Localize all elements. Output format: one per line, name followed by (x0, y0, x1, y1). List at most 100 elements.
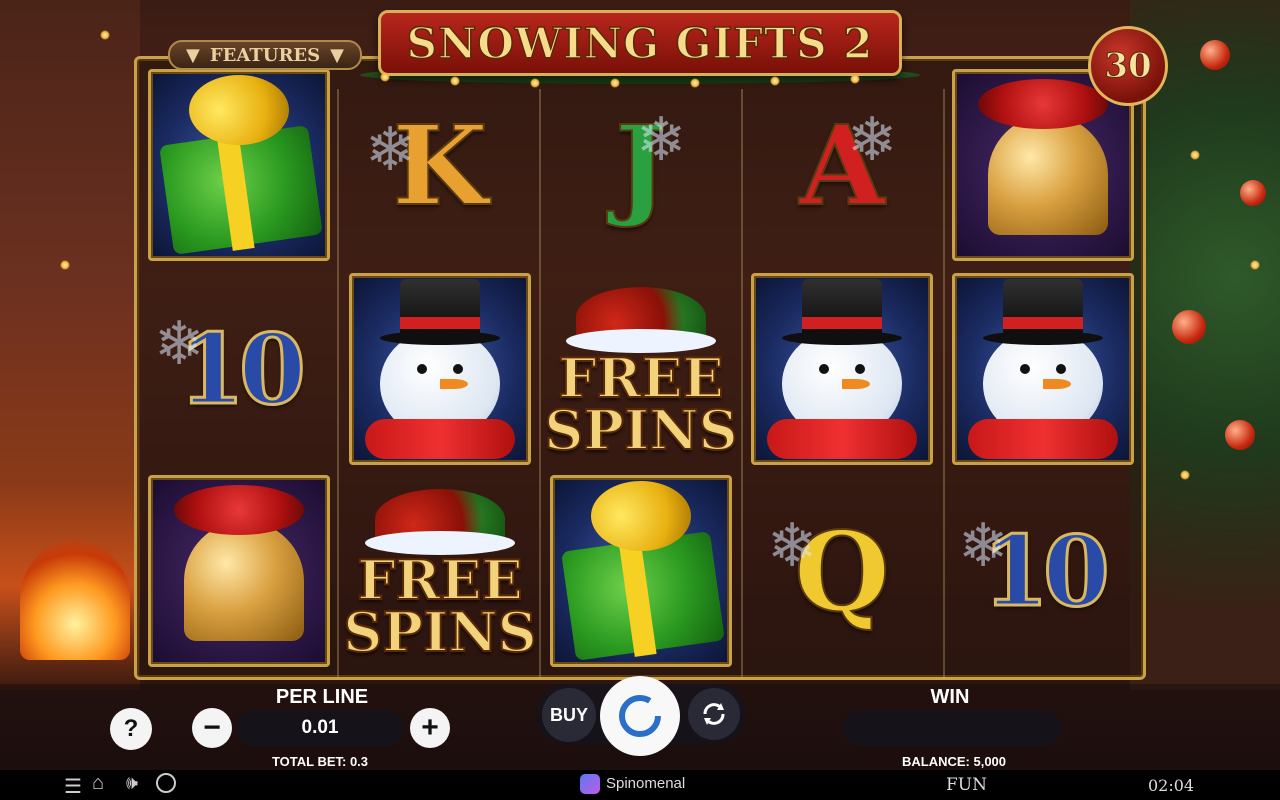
snowflake-icon: ❄ (847, 106, 898, 173)
spin-icon (619, 695, 661, 737)
gift-bow (189, 75, 289, 145)
tree-ornament (1172, 310, 1206, 344)
garland-light (60, 260, 70, 270)
tree-ornament (1225, 420, 1255, 450)
free-spins-word-spins: SPINS (543, 398, 738, 462)
snowflake-icon: ❄ (154, 310, 205, 377)
snowman-scarf (968, 419, 1118, 459)
snowman-nose (440, 379, 468, 389)
spin-button[interactable] (600, 676, 680, 756)
snowman-hat-brim (782, 331, 902, 345)
reel-4: ❄ A ❄ Q (744, 59, 945, 677)
snowman-scarf (767, 419, 917, 459)
snowman-nose (1043, 379, 1071, 389)
turbo-icon[interactable] (156, 773, 176, 793)
snowman-eye (453, 364, 463, 374)
reel-1: ❄ 10 (141, 59, 342, 677)
garland-light (530, 78, 540, 88)
symbol-a: ❄ A (747, 65, 937, 265)
snowman-eye (819, 364, 829, 374)
free-spins-snow (365, 531, 515, 555)
symbol-ten: ❄ 10 (948, 471, 1138, 671)
menu-icon[interactable]: ☰ (64, 774, 82, 799)
snowflake-icon: ❄ (958, 512, 1009, 579)
bell-bow (978, 79, 1108, 129)
total-bet-label: TOTAL BET: 0.3 (271, 754, 369, 769)
home-icon[interactable]: ⌂ (92, 772, 104, 795)
symbol-snowman (345, 269, 535, 469)
autoplay-icon (703, 703, 725, 725)
autoplay-button[interactable] (688, 688, 740, 740)
free-spins-word-free: FREE (356, 548, 524, 612)
snowflake-icon: ❄ (767, 512, 818, 579)
snowman-hat-brim (983, 331, 1103, 345)
sound-icon[interactable]: 🕪 (126, 773, 138, 795)
symbol-j: ❄ J (546, 65, 736, 265)
garland-light (100, 30, 110, 40)
symbol-ten: ❄ 10 (144, 269, 334, 469)
snowman-hat-band (1003, 317, 1083, 329)
bell (184, 521, 304, 641)
tree-light (1190, 150, 1200, 160)
snowman-hat-band (400, 317, 480, 329)
win-field (842, 710, 1062, 746)
reel-2: ❄ K FREE SPINS (342, 59, 543, 677)
snowflake-icon: ❄ (636, 106, 687, 173)
symbol-free-spins: FREE SPINS (342, 471, 538, 671)
win-label: WIN (930, 686, 970, 708)
symbol-k: ❄ K (345, 65, 535, 265)
clock-label: 02:04 (1148, 776, 1195, 795)
reel-frame: ❄ 10 ❄ K FREE SPINS ❄ J FREE SPINS ❄ A ❄… (134, 56, 1146, 680)
fireplace-fire (20, 540, 130, 660)
snowman-eye (1020, 364, 1030, 374)
tree-light (1180, 470, 1190, 480)
title-banner: SNOWING GIFTS 2 (378, 10, 902, 76)
symbol-gift (144, 65, 334, 265)
features-button[interactable]: ▼ FEATURES ▼ (168, 40, 362, 70)
snowman-eye (855, 364, 865, 374)
free-spins-text: FREE SPINS (543, 350, 738, 462)
lines-badge: 30 (1088, 26, 1168, 106)
symbol-free-spins: FREE SPINS (543, 269, 739, 469)
help-button[interactable]: ? (110, 708, 152, 750)
symbol-snowman (948, 269, 1138, 469)
snowman-hat-brim (380, 331, 500, 345)
brand-label: Spinomenal (606, 775, 686, 792)
snowman-nose (842, 379, 870, 389)
snowman-hat (1003, 279, 1083, 339)
snowman-hat (802, 279, 882, 339)
tree-ornament (1200, 40, 1230, 70)
features-label: FEATURES (209, 44, 321, 66)
garland-light (770, 76, 780, 86)
garland-light (690, 78, 700, 88)
garland-light (380, 72, 390, 82)
buy-button[interactable]: BUY (542, 688, 596, 742)
spinomenal-logo-icon (580, 774, 600, 794)
garland-light (610, 78, 620, 88)
chevron-down-icon: ▼ (186, 44, 200, 66)
garland-light (450, 76, 460, 86)
per-line-value: 0.01 (301, 717, 339, 738)
per-line-label: PER LINE (275, 686, 369, 708)
snowman-scarf (365, 419, 515, 459)
bell (988, 115, 1108, 235)
tree-light (1250, 260, 1260, 270)
snowman-hat-band (802, 317, 882, 329)
snowman-eye (417, 364, 427, 374)
decrease-bet-button[interactable]: − (192, 708, 232, 748)
background-christmas-tree (1130, 0, 1280, 690)
garland-light (850, 74, 860, 84)
tree-ornament (1240, 180, 1266, 206)
balance-label: BALANCE: 5,000 (901, 754, 1007, 769)
increase-bet-button[interactable]: + (410, 708, 450, 748)
game-title: SNOWING GIFTS 2 (406, 18, 874, 69)
mode-label: FUN (946, 775, 987, 795)
gift-bow (591, 481, 691, 551)
free-spins-snow (566, 329, 716, 353)
bell-bow (174, 485, 304, 535)
symbol-bell (144, 471, 334, 671)
snowflake-icon: ❄ (365, 116, 416, 183)
reel-5: ❄ 10 (945, 59, 1146, 677)
symbol-q: ❄ Q (747, 471, 937, 671)
snowman-hat (400, 279, 480, 339)
